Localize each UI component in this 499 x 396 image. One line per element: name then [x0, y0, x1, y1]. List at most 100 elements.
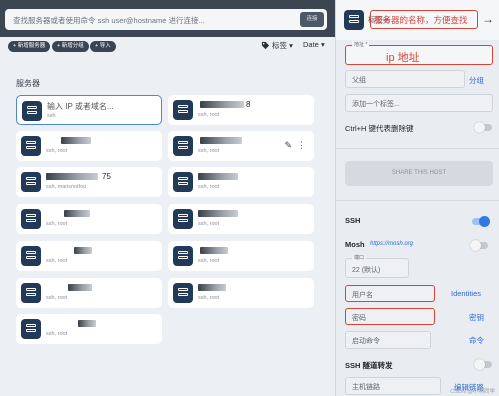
server-subtitle: ssh, root: [46, 148, 68, 154]
search-input[interactable]: 查找服务器或者使用命令 ssh user@hostname 进行连接... 连接: [5, 9, 327, 30]
redacted-host: [200, 101, 244, 108]
server-card[interactable]: ssh, root: [168, 241, 314, 271]
parent-group-placeholder: 父组: [352, 77, 366, 84]
edit-icon[interactable]: ✎: [284, 140, 292, 150]
server-subtitle: ssh, root: [46, 258, 68, 264]
section-title: 服务器: [16, 79, 40, 88]
server-card[interactable]: ssh, root: [168, 204, 314, 234]
tag-icon: [261, 41, 270, 50]
server-title: 8: [246, 100, 251, 109]
server-subtitle: ssh, root: [46, 221, 68, 227]
arrow-right-icon[interactable]: →: [482, 12, 494, 26]
redacted-host: [198, 284, 226, 291]
ssh-label: SSH: [345, 216, 361, 225]
import-button[interactable]: + 导入: [90, 41, 116, 52]
sort-date-label: Date: [303, 40, 319, 49]
address-label: 地址 *: [352, 41, 370, 48]
editor-header: 标签名 服务器的名称，方便查找 →: [336, 0, 499, 40]
server-card[interactable]: ssh, root: [168, 167, 314, 197]
divider: [336, 200, 499, 201]
server-icon: [173, 100, 193, 120]
ctrlh-toggle[interactable]: [474, 122, 492, 133]
identities-link[interactable]: Identities: [451, 289, 481, 298]
redacted-host: [61, 137, 91, 144]
new-group-button[interactable]: + 新增分组: [52, 41, 89, 52]
startup-command-placeholder: 启动命令: [352, 338, 380, 345]
server-icon: [173, 246, 193, 266]
annotation-name-text: 服务器的名称，方便查找: [374, 15, 468, 25]
mosh-link[interactable]: https://mosh.org: [370, 241, 413, 247]
top-bar: 查找服务器或者使用命令 ssh user@hostname 进行连接... 连接: [0, 0, 335, 37]
share-host-button[interactable]: SHARE THIS HOST: [345, 161, 493, 186]
server-title: 输入 IP 或者域名...: [47, 102, 114, 111]
tag-field[interactable]: 添加一个标签...: [345, 94, 493, 112]
command-link[interactable]: 命令: [469, 335, 484, 346]
server-subtitle: ssh, marisnotfou: [46, 184, 87, 190]
server-card[interactable]: ssh, root: [16, 314, 162, 344]
mosh-toggle[interactable]: [470, 240, 488, 251]
mosh-label: Mosh: [345, 240, 365, 249]
server-subtitle: ssh, root: [198, 148, 220, 154]
server-icon: [21, 319, 41, 339]
new-server-button[interactable]: + 新增服务器: [8, 41, 51, 52]
server-subtitle: ssh, root: [46, 331, 68, 337]
servers-panel: 查找服务器或者使用命令 ssh user@hostname 进行连接... 连接…: [0, 0, 335, 396]
server-icon: [22, 101, 42, 121]
server-subtitle: ssh, root: [46, 295, 68, 301]
ssh-forward-toggle[interactable]: [474, 359, 492, 370]
server-icon: [173, 283, 193, 303]
server-title: 75: [102, 172, 111, 181]
server-icon: [344, 10, 364, 30]
password-field[interactable]: 密码: [345, 308, 435, 325]
annotation-ip-text: ip 地址: [386, 52, 420, 64]
parent-group-field[interactable]: 父组: [345, 70, 465, 88]
redacted-host: [198, 173, 238, 180]
port-field[interactable]: 端口 22 (默认): [345, 254, 409, 278]
ssh-forward-label: SSH 隧道转发: [345, 361, 393, 370]
host-editor-panel: 标签名 服务器的名称，方便查找 → 地址 * ip 地址 父组 分组 添加一个标…: [335, 0, 499, 396]
server-icon: [173, 172, 193, 192]
redacted-host: [64, 210, 90, 217]
redacted-host: [78, 320, 96, 327]
redacted-host: [198, 210, 238, 217]
server-card[interactable]: ssh, root: [16, 204, 162, 234]
sort-tags-dropdown[interactable]: 标签 ▾: [272, 40, 293, 51]
server-card[interactable]: ssh, root: [16, 131, 162, 161]
address-field[interactable]: 地址 * ip 地址: [345, 41, 493, 65]
key-link[interactable]: 密钥: [469, 312, 484, 323]
server-card-new[interactable]: 输入 IP 或者域名... ssh: [16, 95, 162, 125]
username-field[interactable]: 用户名: [345, 285, 435, 302]
host-chain-field[interactable]: 主机链路: [345, 377, 441, 395]
more-icon[interactable]: ⋮: [297, 140, 306, 150]
server-card[interactable]: 75 ssh, marisnotfou: [16, 167, 162, 197]
redacted-host: [200, 137, 242, 144]
group-link[interactable]: 分组: [469, 75, 484, 86]
connect-button[interactable]: 连接: [300, 12, 324, 27]
sort-tags-label: 标签: [272, 41, 287, 50]
redacted-host: [46, 173, 98, 180]
host-chain-placeholder: 主机链路: [352, 384, 380, 391]
server-card[interactable]: 8 ssh, root: [168, 95, 314, 125]
server-icon: [173, 209, 193, 229]
server-card[interactable]: ssh, root: [16, 278, 162, 308]
server-icon: [21, 172, 41, 192]
password-placeholder: 密码: [352, 315, 366, 322]
server-subtitle: ssh: [47, 113, 56, 119]
tag-placeholder: 添加一个标签...: [352, 101, 400, 108]
watermark: CSDN @小明同学: [450, 389, 495, 395]
server-card[interactable]: ssh, root ✎ ⋮: [168, 131, 314, 161]
chevron-down-icon: ▾: [289, 41, 293, 50]
server-card[interactable]: ssh, root: [16, 241, 162, 271]
server-subtitle: ssh, root: [198, 258, 220, 264]
card-actions: ✎ ⋮: [284, 140, 306, 151]
startup-command-field[interactable]: 启动命令: [345, 331, 431, 349]
redacted-host: [74, 247, 92, 254]
ctrlh-label: Ctrl+H 键代表删除键: [345, 124, 414, 133]
redacted-host: [200, 247, 228, 254]
sort-date-dropdown[interactable]: Date ▾: [303, 40, 325, 49]
server-card[interactable]: ssh, root: [168, 278, 314, 308]
server-subtitle: ssh, root: [198, 295, 220, 301]
server-subtitle: ssh, root: [198, 221, 220, 227]
search-placeholder: 查找服务器或者使用命令 ssh user@hostname 进行连接...: [13, 16, 205, 25]
ssh-toggle[interactable]: [472, 216, 490, 227]
